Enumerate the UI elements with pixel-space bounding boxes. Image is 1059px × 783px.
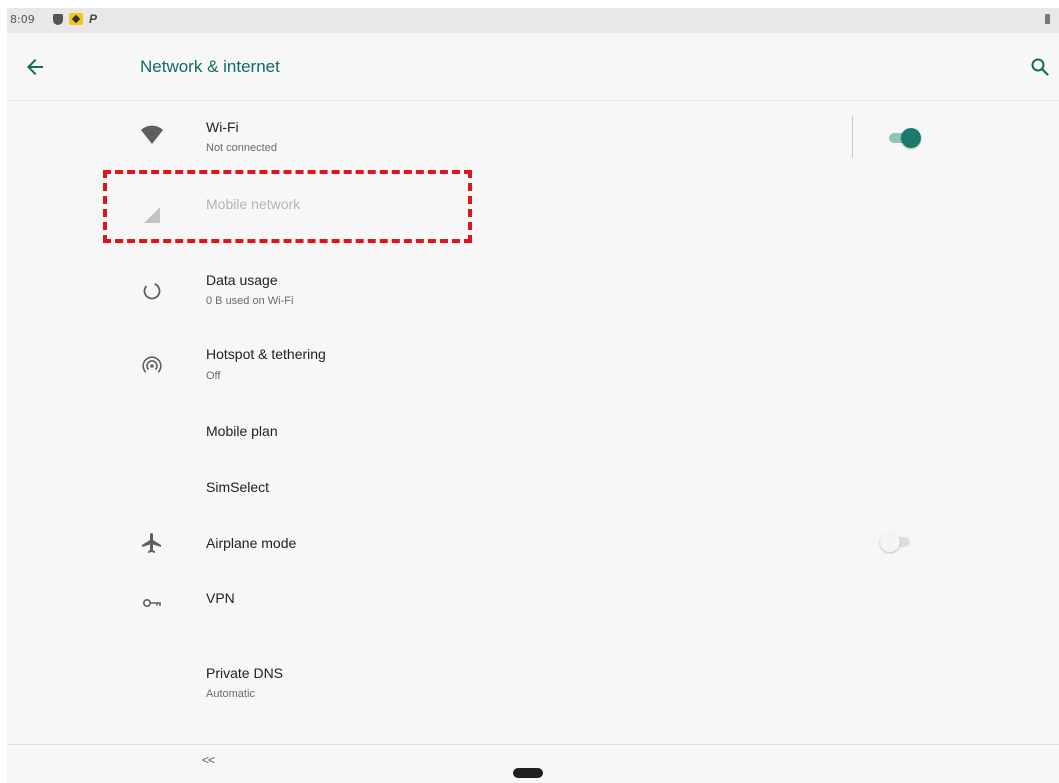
vpn-row[interactable]: VPN bbox=[7, 578, 1059, 628]
mobile-network-row[interactable]: Mobile network bbox=[7, 178, 1059, 234]
mobile-plan-row[interactable]: Mobile plan bbox=[7, 410, 1059, 454]
status-time: 8:09 bbox=[10, 13, 35, 26]
status-bar: 8:09 P bbox=[7, 8, 1059, 33]
private-dns-row[interactable]: Private DNS Automatic bbox=[7, 654, 1059, 710]
simselect-title: SimSelect bbox=[206, 479, 270, 495]
nav-back-button[interactable]: << bbox=[202, 753, 215, 767]
data-usage-icon bbox=[140, 279, 164, 303]
wifi-toggle[interactable] bbox=[887, 128, 921, 148]
vpn-title: VPN bbox=[206, 590, 235, 606]
hotspot-subtitle: Off bbox=[206, 370, 221, 382]
wifi-divider bbox=[852, 116, 853, 158]
airplane-toggle-thumb bbox=[880, 532, 900, 552]
vpn-key-icon bbox=[140, 591, 164, 615]
hotspot-icon bbox=[140, 354, 164, 378]
airplane-mode-title: Airplane mode bbox=[206, 535, 297, 551]
back-arrow-icon[interactable] bbox=[23, 55, 47, 79]
p-icon: P bbox=[89, 12, 98, 26]
navigation-bar: << bbox=[7, 745, 1059, 783]
notification-icon bbox=[69, 13, 83, 25]
app-bar: Network & internet bbox=[7, 33, 1059, 101]
mobile-network-title: Mobile network bbox=[206, 196, 301, 212]
page-title: Network & internet bbox=[140, 57, 280, 76]
hotspot-row[interactable]: Hotspot & tethering Off bbox=[7, 336, 1059, 392]
simselect-row[interactable]: SimSelect bbox=[7, 466, 1059, 510]
data-usage-subtitle: 0 B used on Wi-Fi bbox=[206, 295, 294, 307]
settings-screen: 8:09 P Network & internet Wi-Fi Not conn… bbox=[7, 8, 1059, 783]
mobile-plan-title: Mobile plan bbox=[206, 423, 278, 439]
hotspot-title: Hotspot & tethering bbox=[206, 346, 326, 362]
data-usage-title: Data usage bbox=[206, 272, 278, 288]
cellular-signal-icon bbox=[140, 203, 164, 227]
wifi-subtitle: Not connected bbox=[206, 142, 277, 154]
data-usage-row[interactable]: Data usage 0 B used on Wi-Fi bbox=[7, 260, 1059, 316]
private-dns-subtitle: Automatic bbox=[206, 688, 255, 700]
home-pill-icon[interactable] bbox=[513, 768, 543, 778]
search-icon[interactable] bbox=[1028, 55, 1052, 79]
airplane-mode-toggle[interactable] bbox=[880, 532, 914, 552]
airplane-icon bbox=[140, 531, 164, 555]
status-icons: P bbox=[53, 13, 97, 25]
wifi-icon bbox=[140, 123, 164, 147]
wifi-title: Wi-Fi bbox=[206, 119, 239, 135]
shield-icon bbox=[53, 13, 63, 25]
wifi-toggle-thumb bbox=[901, 128, 921, 148]
private-dns-title: Private DNS bbox=[206, 665, 284, 681]
battery-icon bbox=[1045, 14, 1050, 24]
